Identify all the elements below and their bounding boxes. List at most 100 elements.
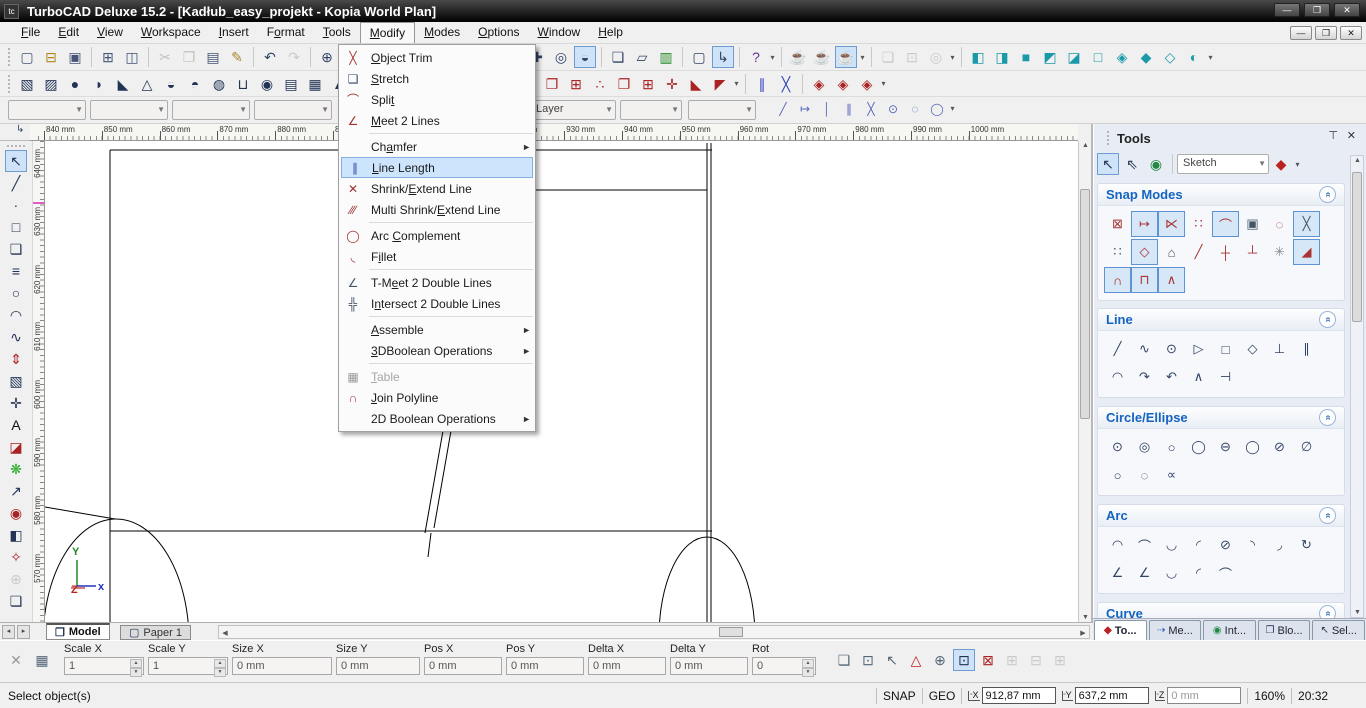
arc-tan-point-icon[interactable]: ∠ xyxy=(1131,560,1158,586)
palette-scroll-thumb[interactable] xyxy=(1352,172,1362,322)
inspector-user-icon[interactable]: ⊕ xyxy=(929,649,951,671)
mirror-icon[interactable]: ◣ xyxy=(685,73,707,95)
arc-curve-icon[interactable]: ◡ xyxy=(1158,560,1185,586)
menu-tools[interactable]: Tools xyxy=(314,22,360,43)
menu-modify[interactable]: Modify xyxy=(360,22,415,43)
menu-item-stretch[interactable]: ❏Stretch xyxy=(339,68,535,89)
menu-file[interactable]: File xyxy=(12,22,49,43)
menu-item-t-meet-2-double-lines[interactable]: ∠T-Meet 2 Double Lines xyxy=(339,272,535,293)
move-tool-icon[interactable]: ✛ xyxy=(5,392,27,414)
revolve-icon[interactable]: ◉ xyxy=(256,73,278,95)
measure-icon[interactable]: ▱ xyxy=(631,46,653,68)
modify-trim-icon[interactable]: ╳ xyxy=(775,73,797,95)
arc-fixed-ratio-icon[interactable]: ⌒ xyxy=(1212,560,1239,586)
palette-scroll-down-icon[interactable]: ▼ xyxy=(1351,609,1364,616)
circle-concentric-icon[interactable]: ◎ xyxy=(1131,434,1158,460)
view-iso-ne-icon[interactable]: ◧ xyxy=(967,46,989,68)
menu-item-split[interactable]: ⌒Split xyxy=(339,89,535,110)
menu-help[interactable]: Help xyxy=(589,22,632,43)
circle-double-point-icon[interactable]: ○ xyxy=(1158,434,1185,460)
ellipse-icon[interactable]: ○ xyxy=(1104,462,1131,488)
torus-icon[interactable]: ◍ xyxy=(208,73,230,95)
snap-divide-icon[interactable]: ┴ xyxy=(1239,239,1266,265)
line-tool-icon[interactable]: ╱ xyxy=(5,172,27,194)
menu-item-join-polyline[interactable]: ∩Join Polyline xyxy=(339,387,535,408)
dropdown-arrow-icon[interactable]: ▾ xyxy=(768,53,777,62)
snap-apex-icon[interactable]: ∧ xyxy=(1158,267,1185,293)
snap-vert-icon[interactable]: │ xyxy=(817,99,837,118)
field-input[interactable]: 0 mm xyxy=(506,657,584,675)
menu-window[interactable]: Window xyxy=(529,22,590,43)
dropdown-arrow-icon[interactable]: ▾ xyxy=(879,79,888,88)
workspace-3-icon[interactable]: ☕ xyxy=(835,46,857,68)
pattern-2-icon[interactable]: ◈ xyxy=(832,73,854,95)
snap-toggle[interactable]: SNAP xyxy=(883,689,916,703)
close-button[interactable]: ✕ xyxy=(1334,3,1360,17)
property-combo-5[interactable]: ▼ xyxy=(620,100,682,120)
print-preview-icon[interactable]: ◫ xyxy=(121,46,143,68)
snap-grid-icon[interactable]: ∷ xyxy=(1104,239,1131,265)
snap-perpendicular-icon[interactable]: ◇ xyxy=(1131,239,1158,265)
local-coord-icon[interactable]: ⊡ xyxy=(953,649,975,671)
no-edit-icon[interactable]: ⊠ xyxy=(977,649,999,671)
arc-1-2-3-icon[interactable]: ◝ xyxy=(1239,532,1266,558)
field-input[interactable]: 1▲▼ xyxy=(148,657,228,675)
view-iso-se-icon[interactable]: ◇ xyxy=(1159,46,1181,68)
select-tool-icon[interactable]: ↖ xyxy=(5,150,27,172)
menu-item-assemble[interactable]: Assemble► xyxy=(339,319,535,340)
snap-ellipse-icon[interactable]: ◯ xyxy=(927,99,947,118)
new-icon[interactable]: ▢ xyxy=(16,46,38,68)
view-front-icon[interactable]: ■ xyxy=(1015,46,1037,68)
arc-tangent-icon[interactable]: ⊘ xyxy=(1212,532,1239,558)
cylinder-icon[interactable]: ◒ xyxy=(160,73,182,95)
spin-up-icon[interactable]: ▲ xyxy=(802,659,814,668)
menu-item-shrink-extend-line[interactable]: ✕Shrink/Extend Line xyxy=(339,178,535,199)
arc-1-3-2-icon[interactable]: ◞ xyxy=(1266,532,1293,558)
collapse-chevron-icon[interactable]: « xyxy=(1319,311,1336,328)
field-input[interactable]: 0▲▼ xyxy=(752,657,816,675)
circle-3point-icon[interactable]: ◯ xyxy=(1239,434,1266,460)
text-tool-icon[interactable]: A xyxy=(5,414,27,436)
menu-item-fillet[interactable]: ◟Fillet xyxy=(339,246,535,267)
mdi-close-button[interactable]: ✕ xyxy=(1340,26,1362,40)
palette-scroll-up-icon[interactable]: ▲ xyxy=(1351,157,1364,164)
menu-view[interactable]: View xyxy=(88,22,132,43)
jump-tool-icon[interactable]: ↗ xyxy=(5,480,27,502)
coord-z-input[interactable]: 0 mm xyxy=(1167,687,1241,704)
combo-arrow-icon[interactable]: ▼ xyxy=(157,105,165,114)
collapse-chevron-icon[interactable]: « xyxy=(1319,186,1336,203)
arc-rotated-icon[interactable]: ◡ xyxy=(1158,532,1185,558)
arc-elliptical-icon[interactable]: ◜ xyxy=(1185,560,1212,586)
curve-tool-icon[interactable]: ∿ xyxy=(5,326,27,348)
mesh-icon[interactable]: ▦ xyxy=(304,73,326,95)
snap-cross-icon[interactable]: ╳ xyxy=(861,99,881,118)
snap-to-icon[interactable]: ↦ xyxy=(795,99,815,118)
line-irregular-polygon-icon[interactable]: ▷ xyxy=(1185,336,1212,362)
modify-parallel-icon[interactable]: ∥ xyxy=(751,73,773,95)
arc-3point-icon[interactable]: ◜ xyxy=(1185,532,1212,558)
combo-arrow-icon[interactable]: ▼ xyxy=(671,105,679,114)
snap-circ-icon[interactable]: ⊙ xyxy=(883,99,903,118)
property-combo-3[interactable]: ▼ xyxy=(172,100,250,120)
deselect-icon[interactable]: ✕ xyxy=(5,649,27,671)
ellipse-tool-icon[interactable]: ○ xyxy=(5,282,27,304)
spinner[interactable]: ▲▼ xyxy=(214,659,226,673)
line-tangent-to-arc-icon[interactable]: ◠ xyxy=(1104,364,1131,390)
cone-icon[interactable]: △ xyxy=(136,73,158,95)
menu-item-multi-shrink-extend-line[interactable]: ∕∕∕Multi Shrink/Extend Line xyxy=(339,199,535,220)
pick-point-icon[interactable]: ↖ xyxy=(881,649,903,671)
snap-par-icon[interactable]: ∥ xyxy=(839,99,859,118)
snap-nearest-icon[interactable]: ↦ xyxy=(1131,211,1158,237)
circle-tan-point-icon[interactable]: ⊖ xyxy=(1212,434,1239,460)
field-input[interactable]: 0 mm xyxy=(232,657,332,675)
camera-icon[interactable]: ◎ xyxy=(550,46,572,68)
minimize-button[interactable]: — xyxy=(1274,3,1300,17)
array-radial-icon[interactable]: ✛ xyxy=(661,73,683,95)
palette-close-icon[interactable]: ✕ xyxy=(1347,129,1356,142)
menu-edit[interactable]: Edit xyxy=(49,22,88,43)
view-top-icon[interactable]: ◈ xyxy=(1111,46,1133,68)
paste-icon[interactable]: ▤ xyxy=(202,46,224,68)
field-input[interactable]: 0 mm xyxy=(336,657,420,675)
line-single-icon[interactable]: ╱ xyxy=(1104,336,1131,362)
help-book-icon[interactable]: ? xyxy=(745,46,767,68)
